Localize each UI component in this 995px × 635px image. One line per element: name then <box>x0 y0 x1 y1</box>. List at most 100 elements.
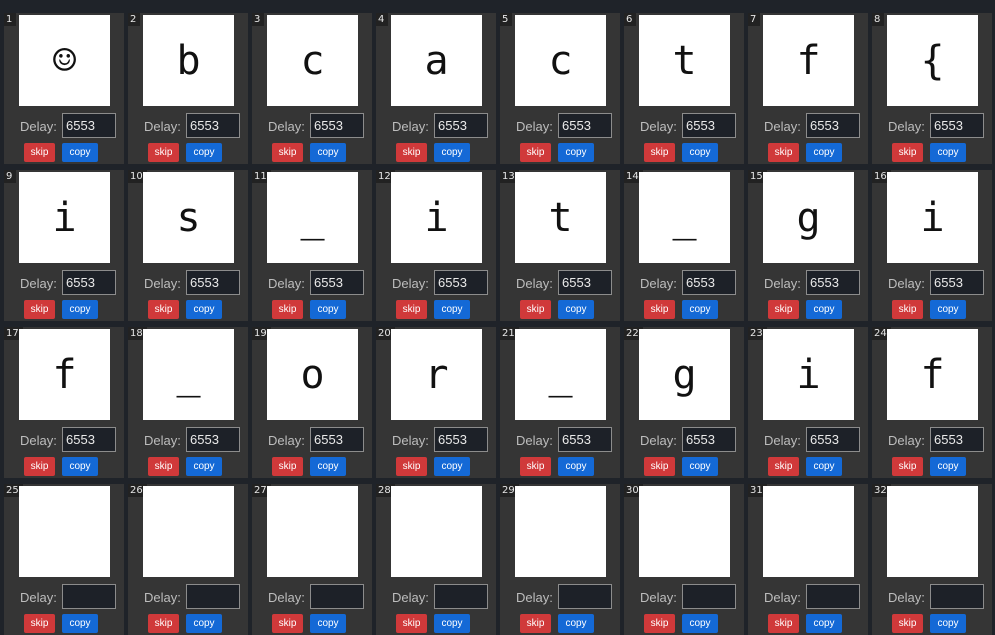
copy-button[interactable]: copy <box>62 300 98 319</box>
skip-button[interactable]: skip <box>520 457 551 476</box>
delay-input[interactable] <box>186 427 240 452</box>
skip-button[interactable]: skip <box>768 614 799 633</box>
copy-button[interactable]: copy <box>930 614 966 633</box>
delay-input[interactable] <box>434 584 488 609</box>
copy-button[interactable]: copy <box>310 143 346 162</box>
skip-button[interactable]: skip <box>892 457 923 476</box>
skip-button[interactable]: skip <box>768 457 799 476</box>
copy-button[interactable]: copy <box>558 143 594 162</box>
delay-input[interactable] <box>682 584 736 609</box>
copy-button[interactable]: copy <box>434 143 470 162</box>
delay-input[interactable] <box>806 113 860 138</box>
skip-button[interactable]: skip <box>272 143 303 162</box>
delay-input[interactable] <box>310 427 364 452</box>
delay-input[interactable] <box>682 270 736 295</box>
copy-button[interactable]: copy <box>434 300 470 319</box>
copy-button[interactable]: copy <box>62 614 98 633</box>
delay-input[interactable] <box>310 270 364 295</box>
skip-button[interactable]: skip <box>396 457 427 476</box>
delay-input[interactable] <box>806 427 860 452</box>
delay-input[interactable] <box>434 113 488 138</box>
skip-button[interactable]: skip <box>644 300 675 319</box>
delay-input[interactable] <box>434 427 488 452</box>
skip-button[interactable]: skip <box>892 300 923 319</box>
delay-input[interactable] <box>186 584 240 609</box>
delay-input[interactable] <box>682 113 736 138</box>
skip-button[interactable]: skip <box>644 143 675 162</box>
skip-button[interactable]: skip <box>148 457 179 476</box>
skip-button[interactable]: skip <box>768 300 799 319</box>
delay-input[interactable] <box>930 584 984 609</box>
copy-button[interactable]: copy <box>806 300 842 319</box>
copy-button[interactable]: copy <box>310 614 346 633</box>
delay-input[interactable] <box>806 270 860 295</box>
copy-button[interactable]: copy <box>682 457 718 476</box>
skip-button[interactable]: skip <box>148 300 179 319</box>
copy-button[interactable]: copy <box>186 300 222 319</box>
skip-button[interactable]: skip <box>272 457 303 476</box>
copy-button[interactable]: copy <box>682 300 718 319</box>
skip-button[interactable]: skip <box>272 614 303 633</box>
skip-button[interactable]: skip <box>644 614 675 633</box>
copy-button[interactable]: copy <box>434 614 470 633</box>
delay-input[interactable] <box>930 113 984 138</box>
copy-button[interactable]: copy <box>806 457 842 476</box>
delay-input[interactable] <box>186 270 240 295</box>
copy-button[interactable]: copy <box>806 143 842 162</box>
delay-label: Delay: <box>764 590 801 605</box>
copy-button[interactable]: copy <box>186 457 222 476</box>
copy-button[interactable]: copy <box>62 457 98 476</box>
delay-input[interactable] <box>682 427 736 452</box>
copy-button[interactable]: copy <box>62 143 98 162</box>
skip-button[interactable]: skip <box>892 614 923 633</box>
copy-button[interactable]: copy <box>558 300 594 319</box>
skip-button[interactable]: skip <box>148 614 179 633</box>
skip-button[interactable]: skip <box>272 300 303 319</box>
copy-button[interactable]: copy <box>434 457 470 476</box>
skip-button[interactable]: skip <box>768 143 799 162</box>
delay-input[interactable] <box>62 584 116 609</box>
delay-input[interactable] <box>62 113 116 138</box>
delay-input[interactable] <box>806 584 860 609</box>
delay-input[interactable] <box>558 584 612 609</box>
skip-button[interactable]: skip <box>892 143 923 162</box>
delay-input[interactable] <box>930 270 984 295</box>
copy-button[interactable]: copy <box>310 457 346 476</box>
copy-button[interactable]: copy <box>930 457 966 476</box>
frame-character: c <box>548 37 573 84</box>
delay-input[interactable] <box>186 113 240 138</box>
delay-input[interactable] <box>62 270 116 295</box>
skip-button[interactable]: skip <box>396 143 427 162</box>
skip-button[interactable]: skip <box>396 614 427 633</box>
skip-button[interactable]: skip <box>24 300 55 319</box>
delay-input[interactable] <box>558 427 612 452</box>
delay-input[interactable] <box>558 270 612 295</box>
copy-button[interactable]: copy <box>806 614 842 633</box>
delay-input[interactable] <box>62 427 116 452</box>
skip-button[interactable]: skip <box>520 143 551 162</box>
skip-button[interactable]: skip <box>148 143 179 162</box>
copy-button[interactable]: copy <box>558 457 594 476</box>
copy-button[interactable]: copy <box>310 300 346 319</box>
copy-button[interactable]: copy <box>186 143 222 162</box>
delay-input[interactable] <box>310 113 364 138</box>
skip-button[interactable]: skip <box>24 457 55 476</box>
skip-button[interactable]: skip <box>520 614 551 633</box>
delay-input[interactable] <box>434 270 488 295</box>
skip-button[interactable]: skip <box>396 300 427 319</box>
copy-button[interactable]: copy <box>682 614 718 633</box>
skip-button[interactable]: skip <box>24 143 55 162</box>
copy-button[interactable]: copy <box>558 614 594 633</box>
copy-button[interactable]: copy <box>186 614 222 633</box>
skip-button[interactable]: skip <box>24 614 55 633</box>
skip-button[interactable]: skip <box>520 300 551 319</box>
copy-button[interactable]: copy <box>930 300 966 319</box>
copy-button[interactable]: copy <box>682 143 718 162</box>
copy-button[interactable]: copy <box>930 143 966 162</box>
delay-input[interactable] <box>310 584 364 609</box>
delay-input[interactable] <box>558 113 612 138</box>
delay-input[interactable] <box>930 427 984 452</box>
frame-preview: g <box>639 329 730 420</box>
skip-button[interactable]: skip <box>644 457 675 476</box>
delay-label: Delay: <box>20 590 57 605</box>
